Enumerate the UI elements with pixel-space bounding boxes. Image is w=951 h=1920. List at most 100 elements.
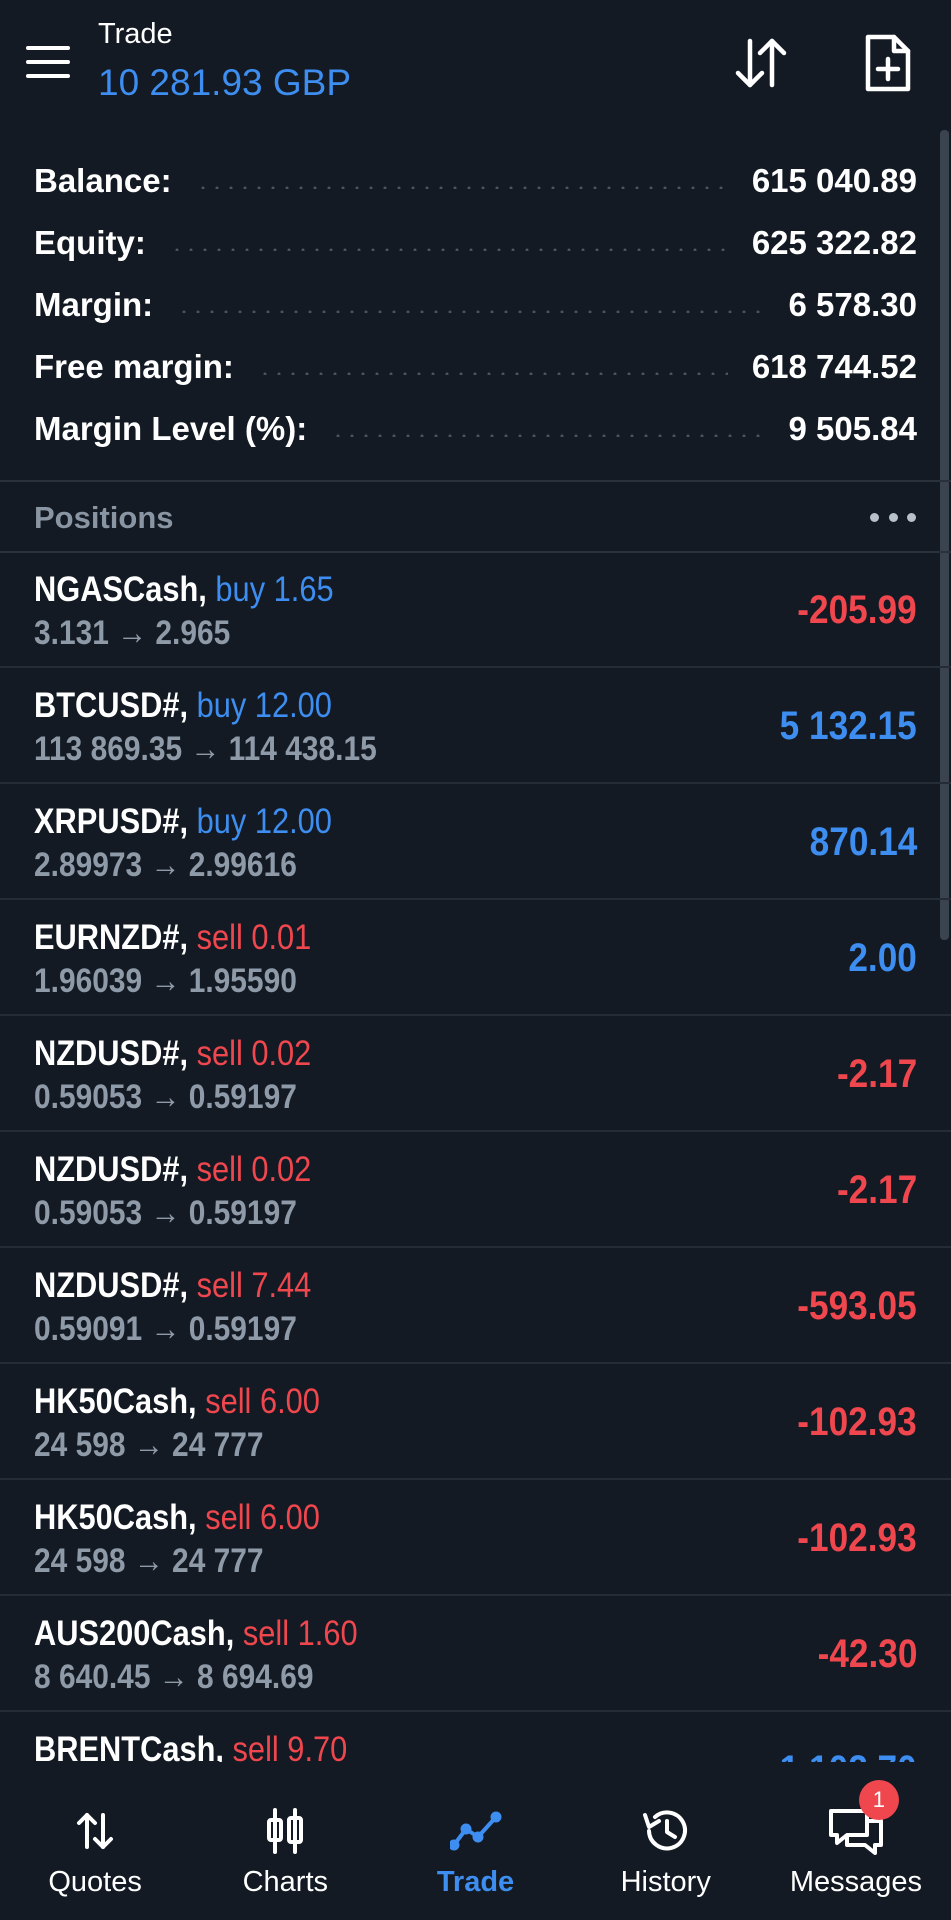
summary-row-margin: Margin: 6 578.30 [0, 274, 951, 336]
summary-row-free-margin: Free margin: 618 744.52 [0, 336, 951, 398]
position-profit: -593.05 [797, 1284, 917, 1328]
position-profit: -2.17 [836, 1168, 917, 1212]
summary-label: Margin Level (%): [34, 410, 308, 447]
nav-quotes[interactable]: Quotes [0, 1762, 190, 1920]
position-row[interactable]: AUS200Cash, sell 1.60 8 640.45 → 8 694.6… [0, 1596, 951, 1712]
position-side: sell 9.70 [232, 1730, 348, 1762]
nav-charts[interactable]: Charts [190, 1762, 380, 1920]
position-prices: 24 598 → 24 777 [34, 1542, 264, 1580]
nav-trade[interactable]: Trade [380, 1762, 570, 1920]
position-symbol: AUS200Cash, [34, 1614, 235, 1653]
history-clock-icon [636, 1804, 696, 1858]
header-balance: 10 281.93 GBP [98, 62, 352, 103]
position-profit: 2.00 [848, 936, 917, 980]
position-symbol: HK50Cash, [34, 1498, 197, 1537]
position-side: sell 6.00 [205, 1498, 320, 1537]
position-prices: 24 598 → 24 777 [34, 1426, 264, 1464]
account-summary: Balance: 615 040.89 Equity: 625 322.82 M… [0, 150, 951, 460]
position-side: buy 1.65 [215, 570, 334, 609]
position-prices: 3.131 → 2.965 [34, 614, 231, 652]
dotted-leader [177, 309, 765, 313]
dotted-leader [169, 247, 728, 251]
position-symbol: EURNZD#, [34, 918, 189, 957]
sort-arrows-icon[interactable] [728, 30, 794, 96]
position-prices: 1.96039 → 1.95590 [34, 962, 297, 1000]
position-profit: -102.93 [797, 1516, 917, 1560]
position-symbol: NGASCash, [34, 570, 207, 609]
more-options-icon[interactable] [870, 502, 916, 532]
nav-messages[interactable]: 1 Messages [761, 1762, 951, 1920]
position-profit: 5 132.15 [779, 704, 917, 748]
nav-label: Messages [789, 1866, 922, 1898]
summary-row-balance: Balance: 615 040.89 [0, 150, 951, 212]
position-symbol: XRPUSD#, [34, 802, 189, 841]
nav-label: Trade [436, 1866, 515, 1898]
position-prices: 8 640.45 → 8 694.69 [34, 1658, 314, 1696]
nav-label: Quotes [48, 1866, 142, 1898]
position-side: sell 1.60 [242, 1614, 358, 1653]
position-row[interactable]: HK50Cash, sell 6.00 24 598 → 24 777 -102… [0, 1480, 951, 1596]
unread-badge: 1 [858, 1780, 899, 1820]
dotted-leader [195, 185, 728, 189]
position-profit: -102.93 [797, 1400, 917, 1444]
position-row[interactable]: EURNZD#, sell 0.01 1.96039 → 1.95590 2.0… [0, 900, 951, 1016]
position-prices: 0.59053 → 0.59197 [34, 1078, 297, 1116]
position-profit: -42.30 [817, 1632, 917, 1676]
position-row[interactable]: NZDUSD#, sell 0.02 0.59053 → 0.59197 -2.… [0, 1016, 951, 1132]
position-profit: 1 102.70 [780, 1748, 917, 1762]
nav-history[interactable]: History [571, 1762, 761, 1920]
positions-list: NGASCash, buy 1.65 3.131 → 2.965 -205.99… [0, 552, 951, 1762]
dotted-leader [331, 433, 765, 437]
position-prices: 2.89973 → 2.99616 [34, 846, 297, 884]
summary-row-equity: Equity: 625 322.82 [0, 212, 951, 274]
summary-value: 6 578.30 [788, 286, 917, 323]
nav-label: History [620, 1866, 711, 1898]
position-row[interactable]: HK50Cash, sell 6.00 24 598 → 24 777 -102… [0, 1364, 951, 1480]
positions-title: Positions [34, 500, 174, 535]
summary-value: 9 505.84 [788, 410, 917, 447]
position-symbol: NZDUSD#, [34, 1266, 189, 1305]
summary-row-margin-level: Margin Level (%): 9 505.84 [0, 398, 951, 460]
position-row[interactable]: XRPUSD#, buy 12.00 2.89973 → 2.99616 870… [0, 784, 951, 900]
summary-value: 615 040.89 [751, 162, 917, 199]
position-side: sell 0.02 [196, 1150, 312, 1189]
summary-value: 625 322.82 [751, 224, 917, 261]
candlestick-icon [255, 1804, 315, 1858]
position-symbol: HK50Cash, [34, 1382, 197, 1421]
position-row[interactable]: BRENTCash, sell 9.70 1 102.70 [0, 1712, 951, 1762]
position-side: sell 0.02 [196, 1034, 312, 1073]
position-row[interactable]: NZDUSD#, sell 7.44 0.59091 → 0.59197 -59… [0, 1248, 951, 1364]
position-side: sell 0.01 [196, 918, 312, 957]
position-row[interactable]: NGASCash, buy 1.65 3.131 → 2.965 -205.99 [0, 552, 951, 668]
position-symbol: NZDUSD#, [34, 1150, 189, 1189]
position-side: buy 12.00 [196, 802, 332, 841]
position-prices: 0.59053 → 0.59197 [34, 1194, 297, 1232]
page-title: Trade [98, 18, 173, 50]
position-profit: -205.99 [797, 588, 917, 632]
trade-screen: Trade 10 281.93 GBP Balance: 615 040.89 … [0, 0, 951, 1920]
summary-value: 618 744.52 [751, 348, 917, 385]
dotted-leader [257, 371, 728, 375]
position-row[interactable]: NZDUSD#, sell 0.02 0.59053 → 0.59197 -2.… [0, 1132, 951, 1248]
summary-label: Margin: [34, 286, 154, 323]
position-profit: -2.17 [836, 1052, 917, 1096]
bottom-navigation: Quotes Charts Trade History 1 Messages [0, 1762, 951, 1920]
summary-label: Balance: [34, 162, 172, 199]
quotes-arrows-icon [65, 1804, 125, 1858]
position-side: sell 6.00 [205, 1382, 320, 1421]
position-symbol: BTCUSD#, [34, 686, 189, 725]
position-prices: 0.59091 → 0.59197 [34, 1310, 297, 1348]
hamburger-icon[interactable] [24, 44, 72, 80]
position-row[interactable]: BTCUSD#, buy 12.00 113 869.35 → 114 438.… [0, 668, 951, 784]
position-profit: 870.14 [809, 820, 917, 864]
position-symbol: NZDUSD#, [34, 1034, 189, 1073]
position-prices: 113 869.35 → 114 438.15 [34, 730, 377, 768]
positions-header: Positions [0, 482, 951, 552]
new-document-icon[interactable] [855, 30, 921, 96]
trade-line-icon [446, 1804, 506, 1858]
summary-label: Free margin: [34, 348, 234, 385]
top-app-bar: Trade 10 281.93 GBP [0, 0, 951, 128]
position-symbol: BRENTCash, [34, 1730, 224, 1762]
position-side: sell 7.44 [196, 1266, 312, 1305]
summary-label: Equity: [34, 224, 146, 261]
